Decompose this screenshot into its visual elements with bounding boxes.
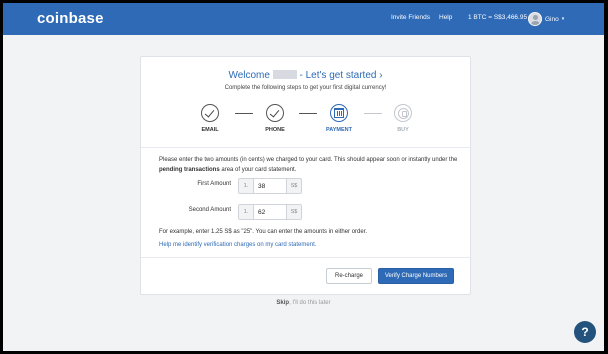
first-amount-prefix: 1. [239, 179, 254, 193]
coinbase-logo[interactable]: coinbase [37, 10, 104, 27]
welcome-suffix: - Let's get started › [296, 70, 383, 81]
second-amount-input[interactable] [254, 205, 286, 219]
step-label-payment: PAYMENT [326, 127, 352, 133]
recharge-button[interactable]: Re-charge [326, 268, 372, 284]
skip-link[interactable]: Skip, I'll do this later [3, 300, 604, 306]
bank-icon [334, 108, 344, 118]
user-name: Gino [545, 15, 559, 23]
chevron-down-icon: ▾ [561, 16, 565, 22]
help-chat-button[interactable]: ? [574, 321, 596, 343]
step-label-buy: BUY [397, 127, 409, 133]
skip-bold: Skip [276, 300, 290, 306]
first-amount-currency: S$ [286, 179, 301, 193]
second-amount-prefix: 1. [239, 205, 254, 219]
step-label-phone: PHONE [265, 127, 285, 133]
help-link-nav[interactable]: Help [439, 14, 452, 21]
step-connector [235, 113, 253, 114]
email-step-check-icon [201, 104, 219, 122]
first-amount-group: 1. S$ [238, 178, 302, 194]
charge-instructions: Please enter the two amounts (in cents) … [159, 156, 459, 175]
welcome-subtitle: Complete the following steps to get your… [224, 85, 387, 91]
second-amount-group: 1. S$ [238, 204, 302, 220]
onboarding-card: Welcome - Let's get started › Complete t… [140, 56, 471, 295]
first-amount-label: First Amount [197, 181, 231, 187]
payment-step-icon [330, 104, 348, 122]
step-connector [364, 113, 382, 114]
step-label-email: EMAIL [201, 127, 219, 133]
user-menu[interactable]: Gino ▾ [528, 11, 564, 27]
verification-help-link[interactable]: Help me identify verification charges on… [159, 242, 316, 248]
skip-rest: , I'll do this later [289, 300, 331, 306]
example-text: For example, enter 1.25 S$ as "25". You … [159, 229, 368, 235]
coin-icon [398, 108, 409, 119]
buy-step-icon [394, 104, 412, 122]
phone-step-check-icon [266, 104, 284, 122]
second-amount-currency: S$ [286, 205, 301, 219]
top-nav-bar: coinbase Invite Friends Help 1 BTC = S$3… [3, 3, 604, 35]
app-frame: coinbase Invite Friends Help 1 BTC = S$3… [3, 3, 604, 351]
verify-charge-numbers-button[interactable]: Verify Charge Numbers [378, 268, 454, 284]
second-amount-label: Second Amount [188, 207, 231, 213]
step-connector [299, 113, 317, 114]
divider [141, 257, 470, 258]
btc-price: 1 BTC = S$3,466.95 [468, 14, 528, 21]
first-amount-input[interactable] [254, 179, 286, 193]
welcome-prefix: Welcome [228, 70, 270, 81]
divider [141, 147, 470, 148]
instructions-text-end: area of your card statement. [219, 166, 297, 173]
redacted-name [272, 70, 297, 79]
welcome-heading[interactable]: Welcome - Let's get started › [141, 70, 470, 81]
invite-friends-link[interactable]: Invite Friends [391, 14, 430, 21]
instructions-bold: pending transactions [159, 166, 220, 173]
instructions-text: Please enter the two amounts (in cents) … [159, 157, 458, 163]
avatar [528, 12, 542, 26]
